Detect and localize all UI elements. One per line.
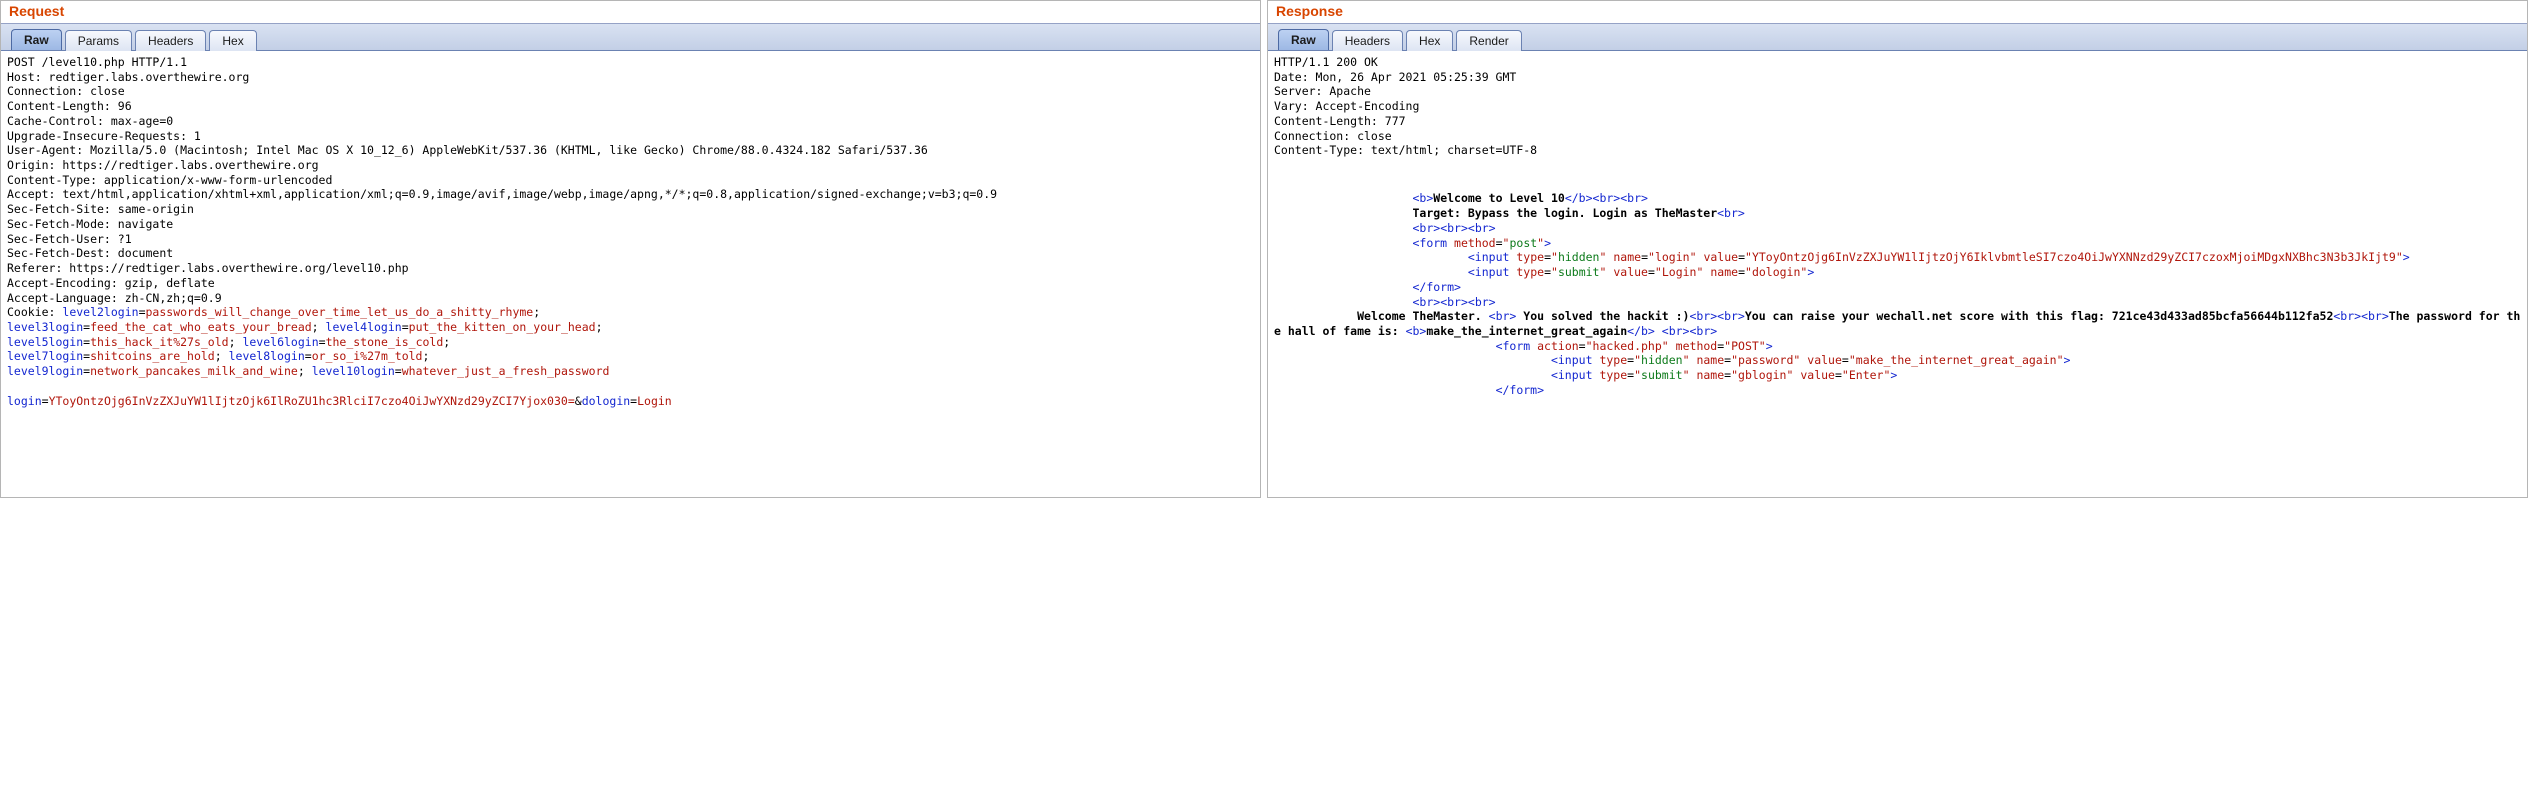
tab-headers[interactable]: Headers	[1332, 30, 1403, 51]
response-panel: Response RawHeadersHexRender HTTP/1.1 20…	[1267, 0, 2528, 498]
tab-raw[interactable]: Raw	[11, 29, 62, 50]
request-content[interactable]: POST /level10.php HTTP/1.1 Host: redtige…	[1, 51, 1260, 497]
request-panel: Request RawParamsHeadersHex POST /level1…	[0, 0, 1261, 498]
tab-raw[interactable]: Raw	[1278, 29, 1329, 50]
response-content[interactable]: HTTP/1.1 200 OK Date: Mon, 26 Apr 2021 0…	[1268, 51, 2527, 497]
response-body[interactable]: <b>Welcome to Level 10</b><br><br> Targe…	[1268, 158, 2527, 402]
request-raw[interactable]: POST /level10.php HTTP/1.1 Host: redtige…	[1, 51, 1260, 412]
tab-headers[interactable]: Headers	[135, 30, 206, 51]
response-tabbar: RawHeadersHexRender	[1268, 23, 2527, 51]
request-tabbar: RawParamsHeadersHex	[1, 23, 1260, 51]
tab-params[interactable]: Params	[65, 30, 132, 51]
tab-hex[interactable]: Hex	[1406, 30, 1453, 51]
tab-render[interactable]: Render	[1456, 30, 1521, 51]
response-headers[interactable]: HTTP/1.1 200 OK Date: Mon, 26 Apr 2021 0…	[1268, 51, 2527, 158]
request-title: Request	[1, 1, 1260, 23]
tab-hex[interactable]: Hex	[209, 30, 256, 51]
response-title: Response	[1268, 1, 2527, 23]
